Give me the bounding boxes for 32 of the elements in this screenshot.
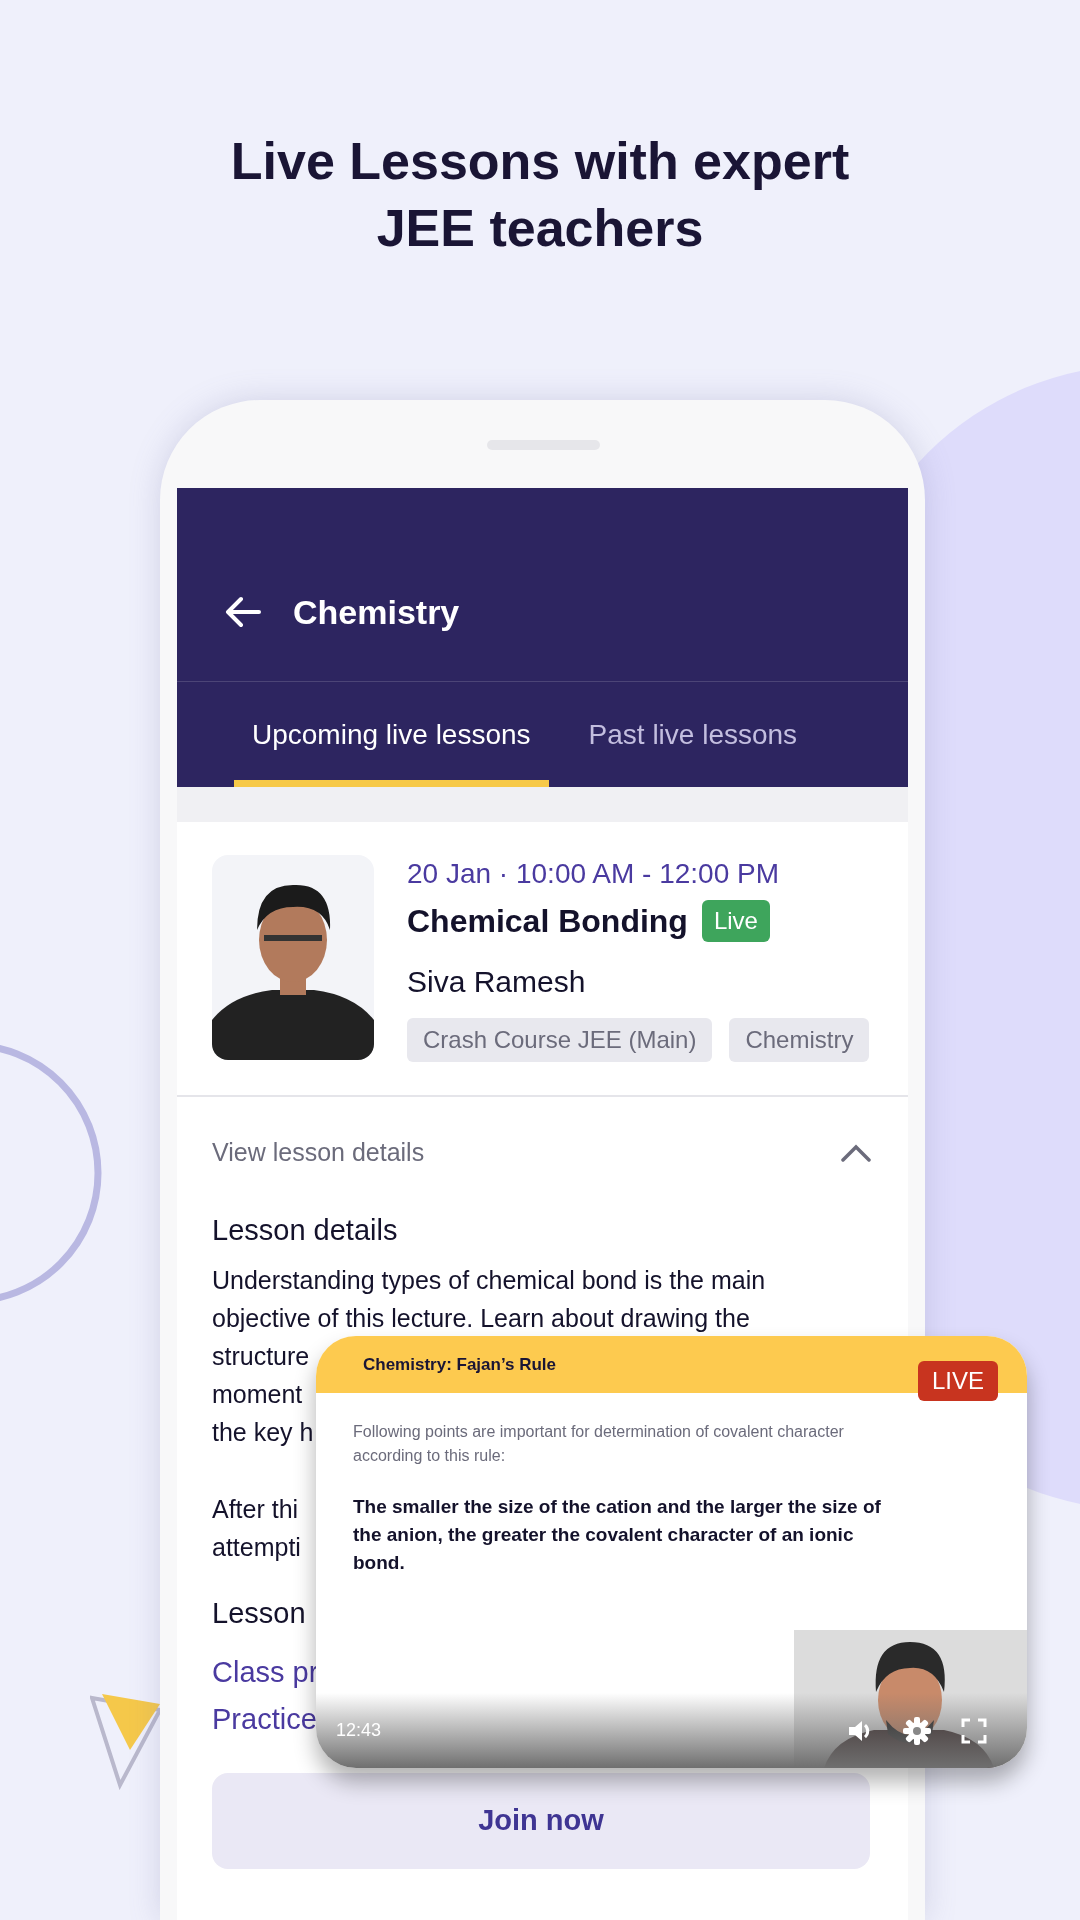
chevron-up-icon[interactable] xyxy=(841,1144,871,1162)
fullscreen-icon[interactable] xyxy=(961,1717,987,1744)
tab[interactable]: Upcoming live lessons xyxy=(234,682,549,787)
paragraph-line: After thi xyxy=(212,1493,299,1525)
back-icon[interactable] xyxy=(225,596,261,628)
slide-statement: The smaller the size of the cation and the larger the size of the anion, the greater the covalent character of an ionic bond. xyxy=(353,1495,882,1575)
join-button[interactable]: Join now xyxy=(212,1773,870,1869)
tag: Chemistry xyxy=(729,1018,870,1062)
headline: Live Lessons with expert JEE teachers xyxy=(229,131,851,259)
teacher-name: Siva Ramesh xyxy=(407,964,587,1000)
paragraph-line: structure xyxy=(212,1340,310,1372)
lesson-link[interactable]: Practice xyxy=(212,1696,317,1743)
slide-title: Chemistry: Fajan’s Rule xyxy=(363,1353,557,1376)
tab[interactable]: Past live lessons xyxy=(548,682,838,787)
paragraph-line: the key h xyxy=(212,1416,314,1448)
paragraph-line: attempti xyxy=(212,1531,301,1563)
paragraph-line: moment xyxy=(212,1378,303,1410)
details-toggle[interactable]: View lesson details xyxy=(212,1134,425,1172)
section-heading: Lesson details xyxy=(212,1213,399,1248)
lesson-link[interactable]: Class pr xyxy=(212,1649,319,1696)
lesson-title: Chemical Bonding xyxy=(407,902,688,941)
elapsed-time: 12:43 xyxy=(336,1719,382,1742)
tag: Crash Course JEE (Main) xyxy=(407,1018,713,1062)
screen-title: Chemistry xyxy=(293,591,460,633)
paragraph-line: Understanding types of chemical bond is the main xyxy=(212,1264,766,1296)
paragraph-line: objective of this lecture. Learn about drawing the xyxy=(212,1302,750,1334)
slide-text: Following points are important for determination of covalent character according to this rule: xyxy=(353,1422,845,1466)
live-badge: Live xyxy=(701,900,770,942)
settings-icon[interactable] xyxy=(903,1716,931,1745)
live-badge: LIVE xyxy=(918,1361,999,1401)
section-heading: Lesson xyxy=(212,1595,307,1631)
lesson-time: 20 Jan · 10:00 AM - 12:00 PM xyxy=(407,857,780,891)
